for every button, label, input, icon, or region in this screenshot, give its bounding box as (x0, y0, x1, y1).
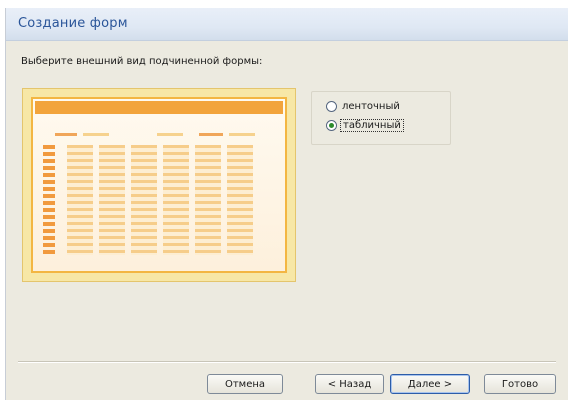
preview-column (163, 145, 189, 255)
preview-label-mark (199, 133, 223, 136)
cancel-button[interactable]: Отмена (207, 374, 283, 394)
preview-column (131, 145, 157, 255)
title-bar: Создание форм (6, 8, 568, 41)
preview-label-mark (157, 133, 183, 136)
preview-label-mark (83, 133, 109, 136)
datasheet-preview (31, 97, 287, 273)
preview-column (67, 145, 93, 255)
finish-button[interactable]: Готово (484, 374, 556, 394)
layout-prompt: Выберите внешний вид подчиненной формы: (21, 56, 263, 67)
layout-preview-image (22, 88, 296, 282)
preview-label-mark (55, 133, 77, 136)
preview-column (99, 145, 125, 255)
preview-header-bar (35, 101, 283, 114)
radio-button-selected[interactable] (326, 120, 337, 131)
preview-label-mark (229, 133, 255, 136)
option-label[interactable]: ленточный (340, 101, 402, 112)
option-datasheet-row[interactable]: табличный (326, 119, 404, 132)
layout-options-group: ленточный табличный (311, 91, 451, 145)
option-label[interactable]: табличный (340, 119, 404, 132)
next-button[interactable]: Далее > (390, 374, 470, 394)
dialog-title: Создание форм (18, 16, 128, 31)
footer-divider (18, 361, 556, 363)
form-wizard-dialog: Создание форм Выберите внешний вид подчи… (5, 8, 568, 400)
radio-button[interactable] (326, 101, 337, 112)
preview-column (195, 145, 221, 255)
option-tabular-row[interactable]: ленточный (326, 101, 402, 112)
back-button[interactable]: < Назад (315, 374, 384, 394)
preview-column (227, 145, 253, 255)
preview-row-selectors (43, 145, 55, 255)
